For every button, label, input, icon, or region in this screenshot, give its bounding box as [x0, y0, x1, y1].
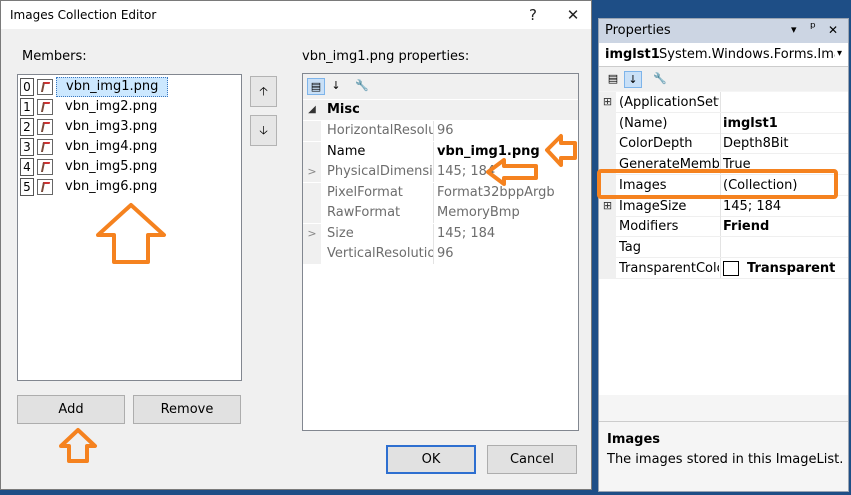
- images-row-highlight: [597, 169, 838, 199]
- arrow-annotation-icon: [486, 158, 538, 186]
- arrow-annotation-icon: [96, 203, 166, 264]
- annotation-layer: [59, 134, 838, 463]
- arrow-annotation-icon: [59, 428, 97, 463]
- arrow-annotation-icon: [545, 134, 577, 167]
